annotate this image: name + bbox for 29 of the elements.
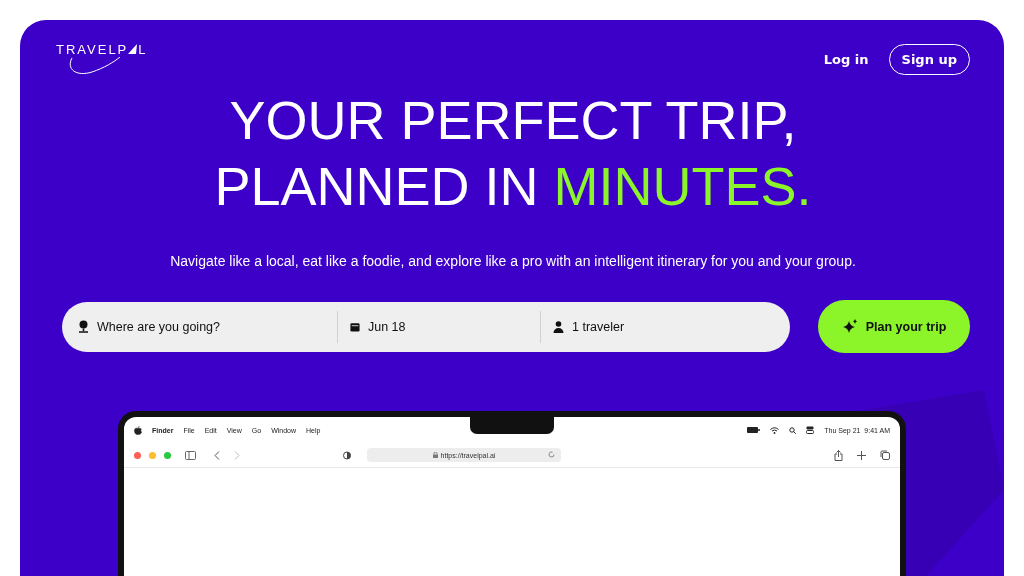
date-field[interactable]: Jun 18	[365, 318, 536, 335]
log-in-link[interactable]: Log in	[817, 44, 875, 75]
subtitle: Navigate like a local, eat like a foodie, and explore like a pro with an intelligent itinerary for you and your group.	[169, 253, 857, 269]
sidebar-icon[interactable]	[185, 450, 196, 460]
back-icon[interactable]	[214, 450, 220, 460]
search-icon	[789, 426, 797, 434]
location-pin-icon	[78, 320, 89, 333]
reload-icon[interactable]	[548, 451, 555, 458]
logo-text: L	[138, 42, 148, 57]
control-center-icon	[806, 426, 815, 434]
battery-icon	[747, 427, 761, 433]
logo-text: TRAVELP	[56, 42, 129, 57]
person-icon	[553, 320, 564, 333]
calendar-icon	[350, 320, 360, 333]
wifi-icon	[770, 426, 780, 434]
travelers-field[interactable]: 1 traveler	[570, 318, 774, 335]
lock-icon	[432, 452, 438, 458]
tabs-overview-icon[interactable]	[880, 450, 890, 460]
zoom-window-icon[interactable]	[164, 451, 171, 459]
minimize-window-icon[interactable]	[149, 451, 156, 459]
paper-plane-icon	[128, 44, 139, 55]
plan-trip-button[interactable]: Plan your trip	[818, 300, 970, 353]
headline: YOUR PERFECT TRIP, PLANNED IN MINUTES.	[213, 89, 813, 218]
shield-icon[interactable]	[343, 450, 351, 460]
close-window-icon[interactable]	[134, 451, 141, 459]
new-tab-icon[interactable]	[857, 450, 866, 460]
destination-field[interactable]: Where are you going?	[95, 318, 299, 335]
share-icon[interactable]	[834, 449, 843, 461]
apple-icon	[134, 425, 142, 435]
